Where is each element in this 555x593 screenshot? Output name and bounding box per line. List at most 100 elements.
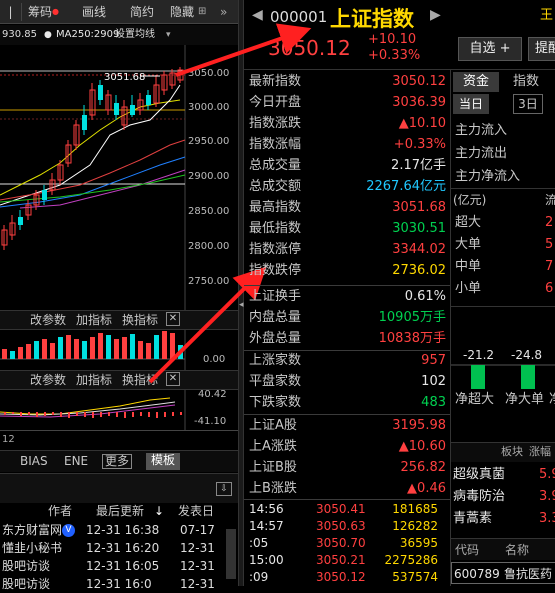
chevron-down-icon[interactable]: ▾ (166, 25, 171, 45)
flow-in-label: 主力流入 (455, 123, 508, 138)
bar-category-label: 净超大 (455, 392, 494, 407)
close-icon[interactable]: ✕ (166, 372, 180, 386)
stat-value: +0.33% (393, 137, 446, 152)
concept-row[interactable]: 青蒿素 3.3 (451, 508, 555, 530)
add-indicator-button[interactable]: 加指标 (76, 311, 112, 329)
remind-button[interactable]: 提醒 (528, 37, 555, 61)
tab-bias[interactable]: BIAS (20, 451, 48, 471)
stat-label: 指数涨跌 (249, 116, 302, 131)
tab-more[interactable]: 更多 (102, 454, 133, 469)
expand-icon[interactable]: » (220, 3, 227, 21)
scrollbar[interactable] (226, 529, 236, 579)
volume-bar (162, 331, 167, 359)
order-size-row: 小单 6 (451, 278, 555, 300)
candle-body (18, 217, 23, 225)
concept-col-name[interactable]: 板块 (501, 443, 523, 461)
stat-value: 3030.51 (392, 221, 446, 236)
tick-volume: 126282 (392, 519, 438, 533)
collapse-icon[interactable]: ◂ (239, 300, 244, 320)
change-params-button[interactable]: 改参数 (30, 311, 66, 329)
stock-col-code[interactable]: 代码 (455, 539, 479, 561)
tab-funds[interactable]: 资金 (453, 72, 499, 92)
tab-draw[interactable]: 画线 (82, 3, 106, 21)
news-posted: 12-31 (180, 577, 215, 591)
concept-col-change[interactable]: 涨幅 (529, 443, 551, 461)
tab-simple[interactable]: 简约 (130, 3, 154, 21)
close-icon[interactable]: ✕ (166, 312, 180, 326)
news-row[interactable]: 股吧访谈 12-31 16:05 12-31 (0, 557, 226, 575)
volume-bar (50, 343, 55, 359)
divider (244, 499, 451, 500)
next-stock-icon[interactable]: ▶ (430, 7, 441, 23)
stat-row: 指数涨停 3344.02 (246, 239, 450, 260)
stat-row: 上证换手 0.61% (246, 286, 450, 307)
col-author[interactable]: 作者 (48, 503, 72, 519)
y-tick-label: 2800.00 (188, 241, 229, 252)
tick-row: :05 3050.70 36595 (246, 535, 450, 552)
indicator-bar (12, 412, 14, 414)
volume-bar (170, 333, 175, 359)
switch-indicator-button[interactable]: 换指标 (122, 311, 158, 329)
indicator-bar (68, 412, 70, 418)
bar-value-label: -21.2 (463, 348, 494, 362)
indicator-bar (84, 412, 86, 417)
stat-label: 总成交量 (249, 158, 302, 173)
add-indicator-button-2[interactable]: 加指标 (76, 371, 112, 389)
stat-row: 上证A股 3195.98 (246, 415, 450, 436)
tab-chips[interactable]: 筹码● (28, 3, 59, 21)
net-flow-bar (521, 365, 535, 389)
ind-max-label: 40.42 (198, 390, 227, 400)
news-row[interactable]: 东方财富网 V 12-31 16:38 07-17 (0, 521, 226, 539)
more-left-tab[interactable]: | (0, 3, 22, 21)
candle-body (130, 105, 135, 115)
candle-body (98, 85, 103, 100)
stat-row: 总成交额 2267.64亿元 (246, 176, 450, 197)
news-author: 东方财富网 (2, 523, 63, 537)
tick-row: 14:57 3050.63 126282 (246, 518, 450, 535)
net-flow-bar (471, 365, 485, 389)
period-today[interactable]: 当日 (453, 94, 489, 114)
col-updated[interactable]: 最后更新 (96, 503, 144, 519)
indicator-panel: 40.42 -41.10 (0, 389, 238, 430)
fund-flow-panel: 资金 指数 当日 3日 主力流入 主力流出 主力净流入 (亿元) 流 超大 2 大单… (450, 70, 555, 586)
volume-bar (154, 335, 159, 359)
download-icon[interactable]: ⇩ (216, 482, 232, 496)
order-size-label: 超大 (455, 215, 482, 230)
price-axis-labels: 3050.00 3000.00 2950.00 2900.00 2850.00 … (188, 68, 229, 287)
volume-bar (10, 351, 15, 359)
volume-bar (26, 344, 31, 359)
stat-row: 上涨家数 957 (246, 350, 450, 371)
indicator-bar (92, 412, 94, 418)
ma-settings-link[interactable]: 设置均线 (115, 25, 155, 45)
stat-value: 256.82 (400, 460, 447, 475)
news-row[interactable]: 懂韭小秘书 12-31 16:20 12-31 (0, 539, 226, 557)
concept-value: 3.3 (539, 511, 555, 526)
y-tick-label: 2850.00 (188, 206, 229, 217)
stat-label: 上A涨跌 (249, 439, 297, 454)
stat-value: 0.61% (404, 289, 446, 304)
tick-volume: 537574 (392, 570, 438, 584)
add-watchlist-button[interactable]: 自选 + (458, 37, 522, 61)
tab-index[interactable]: 指数 (503, 72, 549, 92)
concept-row[interactable]: 病毒防治 3.9 (451, 486, 555, 508)
tick-price: 3050.21 (316, 553, 366, 567)
candlestick-chart[interactable]: 3051.68 3050.00 3000.00 2950.00 2900.00 … (0, 45, 238, 310)
news-row[interactable]: 股吧访谈 12-31 16:0 12-31 (0, 575, 226, 593)
switch-icon[interactable]: ⊞ (198, 3, 206, 21)
stock-col-name[interactable]: 名称 (505, 539, 529, 561)
switch-indicator-button-2[interactable]: 换指标 (122, 371, 158, 389)
stat-label: 上证A股 (249, 418, 297, 433)
tab-ene[interactable]: ENE (64, 451, 88, 471)
prev-stock-icon[interactable]: ◀ (252, 7, 263, 23)
order-size-row: 大单 5 (451, 234, 555, 256)
period-3day[interactable]: 3日 (513, 94, 543, 114)
concept-row[interactable]: 超级真菌 5.9 (451, 464, 555, 486)
col-posted[interactable]: 发表日 (178, 503, 214, 519)
change-params-button-2[interactable]: 改参数 (30, 371, 66, 389)
tab-template[interactable]: 模板 (146, 453, 181, 470)
stock-row[interactable]: 600789 鲁抗医药 (451, 562, 555, 584)
tick-volume: 36595 (399, 536, 438, 550)
stat-value: ▲10.10 (398, 116, 446, 131)
tab-hide[interactable]: 隐藏 (170, 3, 194, 21)
stat-value: 10905万手 (378, 310, 446, 325)
